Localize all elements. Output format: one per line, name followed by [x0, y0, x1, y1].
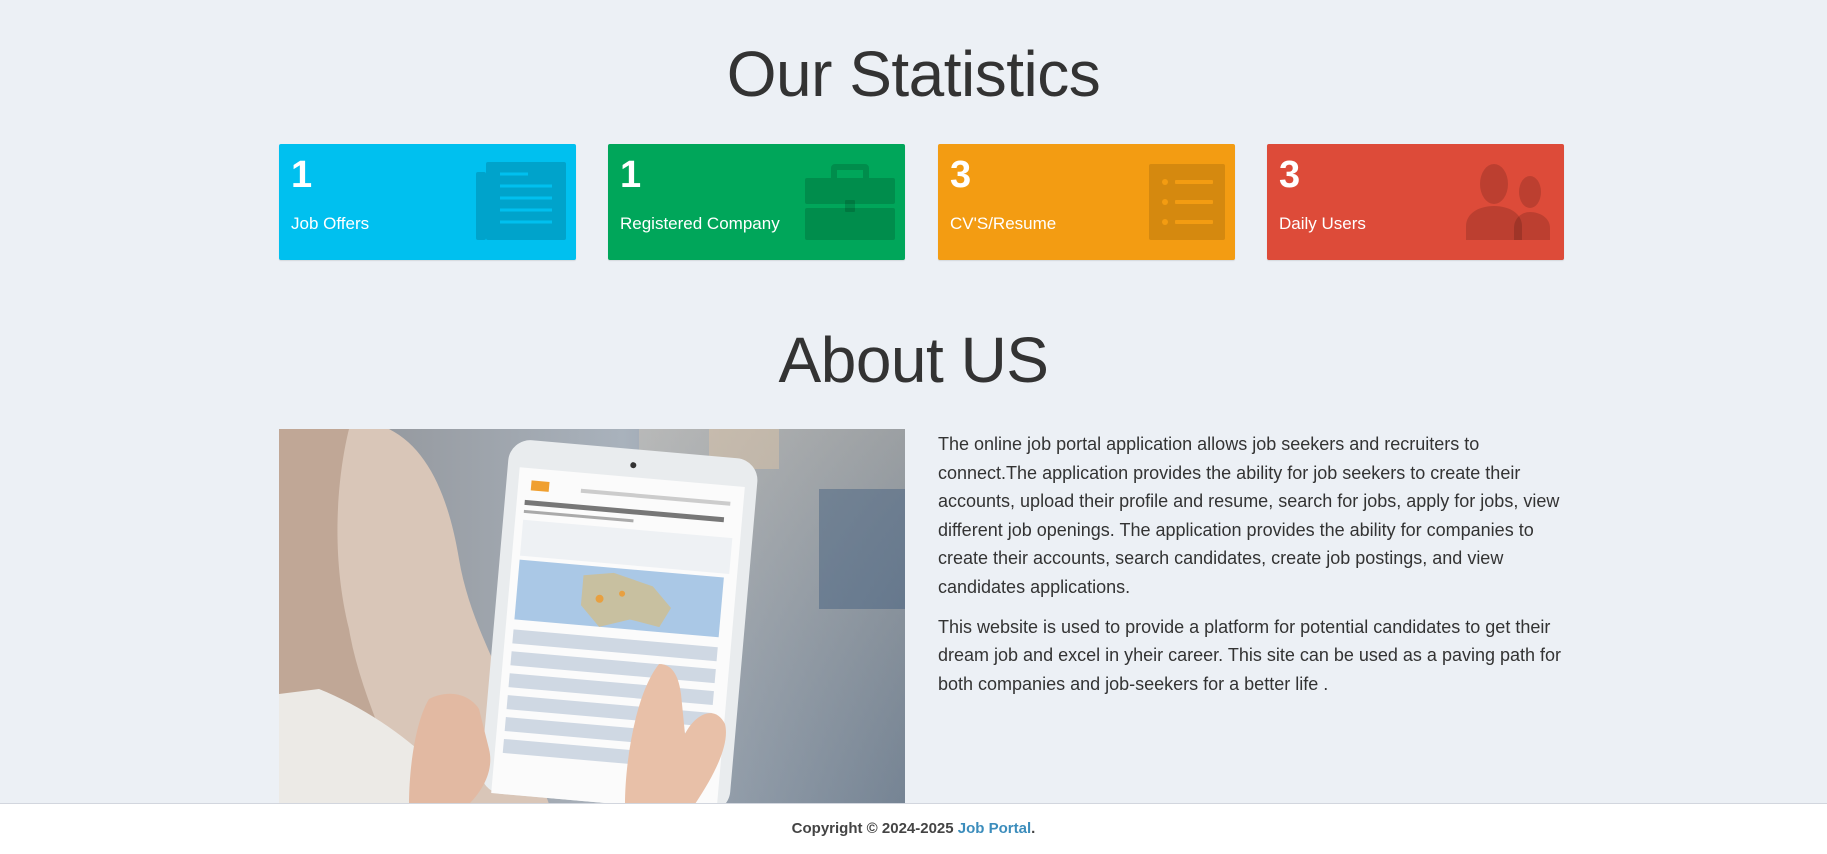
footer: Copyright © 2024-2025 Job Portal. [0, 803, 1827, 854]
page: Our Statistics 1 Job Offers 1 Registered… [0, 0, 1827, 854]
stat-box-daily-users[interactable]: 3 Daily Users [1267, 144, 1564, 260]
stat-count: 1 [291, 154, 313, 196]
copyright-suffix: . [1031, 820, 1036, 837]
about-description: The online job portal application allows… [938, 430, 1564, 709]
briefcase-icon [805, 164, 895, 240]
stat-box-registered-company[interactable]: 1 Registered Company [608, 144, 905, 260]
about-image [279, 429, 905, 804]
about-paragraph-2: This website is used to provide a platfo… [938, 616, 1562, 694]
stat-label: Job Offers [291, 214, 370, 233]
stat-label: Registered Company [620, 214, 780, 233]
stat-label: CV'S/Resume [950, 214, 1057, 233]
users-icon [1466, 164, 1550, 240]
list-icon [1149, 164, 1225, 240]
about-paragraph-1: The online job portal application allows… [938, 434, 1560, 597]
stat-count: 1 [620, 154, 642, 196]
statistics-title: Our Statistics [726, 38, 1101, 110]
statistics-row: 1 Job Offers 1 Registered Company 3 CV'S… [279, 144, 1564, 260]
newspaper-icon [476, 162, 566, 240]
stat-label: Daily Users [1279, 214, 1366, 233]
tablet-photo [279, 429, 905, 804]
stat-box-cv-resume[interactable]: 3 CV'S/Resume [938, 144, 1235, 260]
stat-count: 3 [1279, 154, 1301, 196]
stat-count: 3 [950, 154, 972, 196]
copyright-text: Copyright © 2024-2025 [791, 820, 958, 837]
job-portal-link[interactable]: Job Portal [958, 820, 1031, 837]
stat-box-job-offers[interactable]: 1 Job Offers [279, 144, 576, 260]
about-title: About US [778, 324, 1049, 396]
